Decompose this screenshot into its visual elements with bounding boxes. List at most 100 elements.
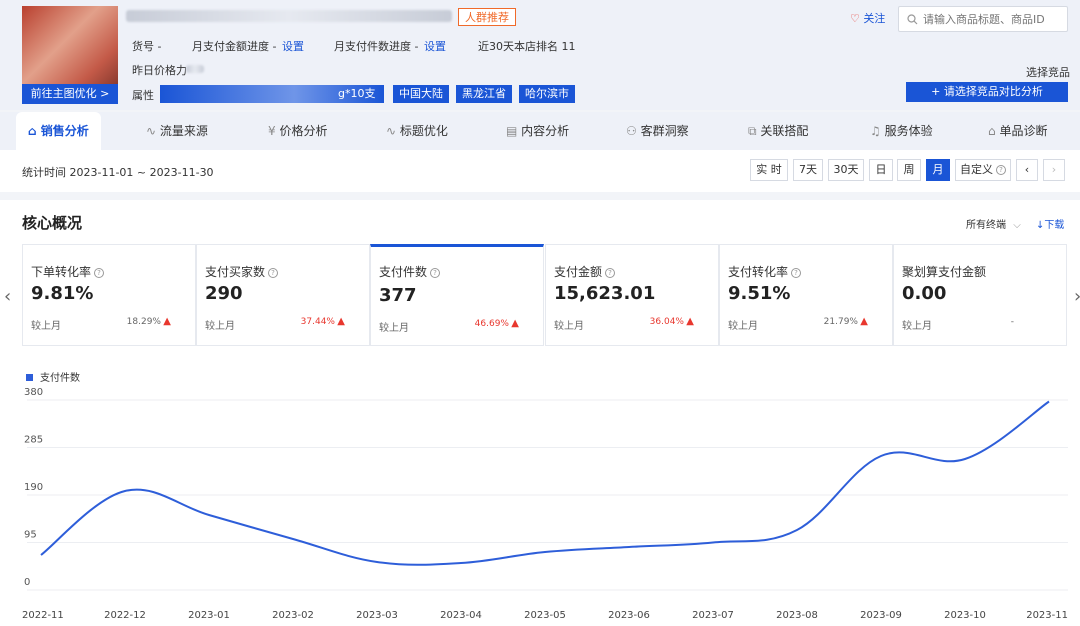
kpi-title: 支付转化率? — [728, 263, 802, 280]
kpi-value: 0.00 — [902, 283, 947, 304]
kpi-card[interactable]: 下单转化率? 9.81% 较上月 18.29% ▲ — [22, 244, 196, 346]
terminal-select-label: 所有终端 — [966, 220, 1006, 231]
series-line — [40, 400, 1050, 566]
tab-label: 价格分析 — [279, 124, 328, 138]
store-rank-text: 近30天本店排名 11 — [478, 40, 576, 53]
kpi-card[interactable]: 聚划算支付金额 0.00 较上月 - — [893, 244, 1067, 346]
tab-customer-insight[interactable]: ⚇ 客群洞察 — [626, 112, 689, 150]
tab-traffic-source[interactable]: ∿ 流量来源 — [146, 112, 208, 150]
x-tick-label: 2023-08 — [776, 610, 818, 621]
prev-period-button[interactable]: ‹ — [1016, 159, 1038, 181]
kpi-change-percent: - — [1010, 317, 1014, 327]
y-tick-label: 95 — [24, 530, 37, 541]
range-week-button[interactable]: 周 — [897, 159, 921, 181]
tab-label: 标题优化 — [399, 124, 448, 138]
item-no-label: 货号 - — [132, 40, 162, 53]
range-day-button[interactable]: 日 — [869, 159, 893, 181]
tab-item-diagnosis[interactable]: ⌂ 单品诊断 — [988, 112, 1047, 150]
attr-tag-city: 哈尔滨市 — [519, 85, 575, 103]
range-custom-button[interactable]: 自定义? — [955, 159, 1011, 181]
kpi-card[interactable]: 支付转化率? 9.51% 较上月 21.79% ▲ — [719, 244, 893, 346]
tab-service-experience[interactable]: ♫ 服务体验 — [870, 112, 933, 150]
search-icon — [907, 14, 918, 25]
kpi-title: 支付金额? — [554, 263, 616, 280]
choose-competitor-link[interactable]: 选择竞品 — [1026, 64, 1070, 80]
next-period-button[interactable]: › — [1043, 159, 1065, 181]
kpi-compare-label: 较上月 — [379, 323, 409, 334]
range-month-button[interactable]: 月 — [926, 159, 950, 181]
custom-label: 自定义 — [960, 163, 993, 176]
kpi-card[interactable]: 支付买家数? 290 较上月 37.44% ▲ — [196, 244, 370, 346]
terminal-select[interactable]: 所有终端 ⌵ — [966, 216, 1021, 231]
chevron-left-icon: ‹ — [1024, 163, 1030, 176]
doc-icon: ▤ — [506, 124, 518, 138]
analysis-tabs: ⌂ 销售分析 ∿ 流量来源 ¥ 价格分析 ∿ 标题优化 ▤ 内容分析 ⚇ 客群洞… — [0, 112, 1080, 150]
range-realtime-button[interactable]: 实 时 — [750, 159, 788, 181]
x-tick-label: 2023-09 — [860, 610, 902, 621]
range-30d-button[interactable]: 30天 — [828, 159, 864, 181]
core-overview-panel: 核心概况 所有终端 ⌵ ↓下载 ‹ › 下单转化率? 9.81% 较上月 18.29%… — [0, 200, 1080, 626]
kpi-card[interactable]: 支付金额? 15,623.01 较上月 36.04% ▲ — [545, 244, 719, 346]
kpi-value: 9.81% — [31, 283, 94, 304]
tab-label: 单品诊断 — [999, 124, 1048, 138]
kpi-change-percent: 37.44% — [300, 317, 335, 327]
stat-time-range: 统计时间 2023-11-01 ~ 2023-11-30 — [22, 166, 214, 179]
x-tick-label: 2023-01 — [188, 610, 230, 621]
sales-line-chart: 支付件数 0 95 190 285 380 2022-11 2022-12 2023-01 202… — [22, 371, 1068, 621]
recommend-tag[interactable]: 人群推荐 — [458, 8, 516, 26]
tab-label: 流量来源 — [159, 124, 208, 138]
follow-button[interactable]: ♡ 关注 — [850, 10, 885, 26]
help-icon: ? — [791, 268, 802, 278]
attribute-label: 属性 — [132, 89, 154, 102]
tab-label: 客群洞察 — [640, 124, 689, 138]
download-label: 下载 — [1044, 220, 1065, 231]
kpi-compare-label: 较上月 — [902, 321, 932, 332]
y-tick-label: 190 — [24, 482, 43, 493]
kpi-compare-label: 较上月 — [554, 321, 584, 332]
trend-icon: ∿ — [386, 124, 397, 138]
main-image-optimize-button[interactable]: 前往主图优化 > — [22, 84, 118, 104]
search-input[interactable] — [923, 10, 1063, 28]
chevron-right-icon: › — [1074, 286, 1080, 307]
tab-title-optimize[interactable]: ∿ 标题优化 — [386, 112, 448, 150]
kpi-change-percent: 18.29% — [126, 317, 161, 327]
attr-tag-origin: 中国大陆 — [393, 85, 449, 103]
chevron-down-icon: ⌵ — [1013, 220, 1021, 231]
monthly-count-setting-link[interactable]: 设置 — [424, 38, 446, 54]
help-icon: ? — [268, 268, 279, 278]
kpi-next-arrow[interactable]: › — [1074, 286, 1080, 307]
tab-content-analysis[interactable]: ▤ 内容分析 — [506, 112, 569, 150]
yen-icon: ¥ — [268, 124, 276, 138]
download-button[interactable]: ↓下载 — [1036, 216, 1064, 231]
product-search-box[interactable] — [898, 6, 1068, 32]
core-overview-title: 核心概况 — [22, 214, 83, 232]
attr-tag-province: 黑龙江省 — [456, 85, 512, 103]
arrow-up-icon: ▲ — [860, 316, 868, 327]
kpi-compare-label: 较上月 — [728, 321, 758, 332]
follow-label: 关注 — [863, 12, 886, 25]
kpi-card[interactable]: 支付件数? 377 较上月 46.69% ▲ — [370, 244, 544, 346]
kpi-value: 9.51% — [728, 283, 791, 304]
monthly-count-label: 月支付件数进度 - — [334, 40, 419, 53]
x-tick-label: 2023-02 — [272, 610, 314, 621]
tab-sales-analysis[interactable]: ⌂ 销售分析 — [16, 112, 101, 150]
y-tick-label: 380 — [24, 387, 43, 398]
kpi-title: 下单转化率? — [31, 263, 105, 280]
kpi-value: 15,623.01 — [554, 283, 656, 304]
x-tick-label: 2023-07 — [692, 610, 734, 621]
monthly-amount-setting-link[interactable]: 设置 — [282, 38, 304, 54]
x-tick-label: 2023-11 — [1026, 610, 1068, 621]
tab-price-analysis[interactable]: ¥ 价格分析 — [268, 112, 327, 150]
link-icon: ⧉ — [748, 124, 757, 138]
tab-related-match[interactable]: ⧉ 关联搭配 — [748, 112, 808, 150]
help-icon: ? — [996, 165, 1006, 175]
range-7d-button[interactable]: 7天 — [793, 159, 823, 181]
tab-label: 服务体验 — [884, 124, 933, 138]
kpi-title: 支付买家数? — [205, 263, 279, 280]
x-tick-label: 2023-06 — [608, 610, 650, 621]
product-header: 前往主图优化 > 人群推荐 货号 - 月支付金额进度 - 设置 月支付件数进度 … — [0, 0, 1080, 110]
price-redacted — [186, 65, 204, 73]
help-icon: ? — [430, 268, 441, 278]
kpi-prev-arrow[interactable]: ‹ — [4, 286, 11, 307]
competitor-compare-button[interactable]: + 请选择竞品对比分析 — [906, 82, 1068, 102]
